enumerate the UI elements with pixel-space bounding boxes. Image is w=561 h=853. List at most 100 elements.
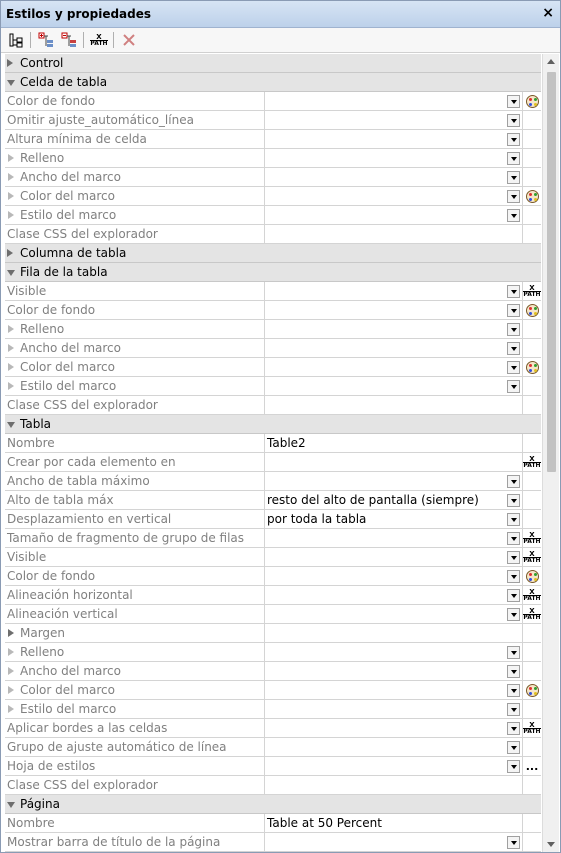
dropdown-arrow-icon[interactable] bbox=[507, 133, 520, 146]
scrollbar-thumb[interactable] bbox=[547, 72, 556, 472]
property-value-field[interactable] bbox=[264, 833, 522, 852]
property-row[interactable]: Clase CSS del explorador bbox=[5, 396, 541, 415]
property-value-field[interactable] bbox=[264, 111, 522, 130]
expand-arrow-icon[interactable] bbox=[8, 363, 14, 371]
property-value-field[interactable] bbox=[264, 339, 522, 358]
property-row[interactable]: Hoja de estilos... bbox=[5, 757, 541, 776]
property-value-field[interactable] bbox=[264, 624, 522, 643]
property-value-field[interactable] bbox=[264, 757, 522, 776]
property-button-cell[interactable] bbox=[522, 681, 541, 700]
property-row[interactable]: Color de fondo bbox=[5, 301, 541, 320]
dropdown-arrow-icon[interactable] bbox=[507, 836, 520, 849]
dropdown-arrow-icon[interactable] bbox=[507, 646, 520, 659]
dropdown-arrow-icon[interactable] bbox=[507, 513, 520, 526]
dropdown-arrow-icon[interactable] bbox=[507, 285, 520, 298]
dropdown-arrow-icon[interactable] bbox=[507, 380, 520, 393]
property-value-field[interactable] bbox=[264, 738, 522, 757]
property-button-cell[interactable]: X PATH bbox=[522, 586, 541, 605]
group-header[interactable]: Control bbox=[5, 54, 541, 73]
property-value-field[interactable] bbox=[264, 206, 522, 225]
property-row[interactable]: Aplicar bordes a las celdas X PATH bbox=[5, 719, 541, 738]
property-value-field[interactable] bbox=[264, 282, 522, 301]
color-palette-icon[interactable] bbox=[525, 95, 539, 108]
expand-arrow-icon[interactable] bbox=[8, 648, 14, 656]
property-value-field[interactable] bbox=[264, 776, 522, 795]
property-value-field[interactable] bbox=[264, 681, 522, 700]
property-value-field[interactable] bbox=[264, 301, 522, 320]
group-header[interactable]: Columna de tabla bbox=[5, 244, 541, 263]
expand-arrow-icon[interactable] bbox=[8, 211, 14, 219]
property-row[interactable]: Mostrar barra de título de la página bbox=[5, 833, 541, 852]
property-value-field[interactable] bbox=[264, 719, 522, 738]
property-value-field[interactable] bbox=[264, 92, 522, 111]
property-button-cell[interactable]: X PATH bbox=[522, 529, 541, 548]
dropdown-arrow-icon[interactable] bbox=[507, 608, 520, 621]
property-value-field[interactable] bbox=[264, 700, 522, 719]
property-button-cell[interactable]: X PATH bbox=[522, 719, 541, 738]
dropdown-arrow-icon[interactable] bbox=[507, 342, 520, 355]
property-row[interactable]: Grupo de ajuste automático de línea bbox=[5, 738, 541, 757]
property-row[interactable]: Ancho del marco bbox=[5, 662, 541, 681]
collapse-arrow-icon[interactable] bbox=[7, 270, 15, 276]
expand-arrow-icon[interactable] bbox=[8, 192, 14, 200]
property-value-field[interactable] bbox=[264, 168, 522, 187]
property-row[interactable]: Ancho de tabla máximo bbox=[5, 472, 541, 491]
property-row[interactable]: Relleno bbox=[5, 320, 541, 339]
dropdown-arrow-icon[interactable] bbox=[507, 114, 520, 127]
xpath-icon[interactable]: X PATH bbox=[523, 722, 541, 735]
property-row[interactable]: Relleno bbox=[5, 149, 541, 168]
property-button-cell[interactable]: X PATH bbox=[522, 453, 541, 472]
dropdown-arrow-icon[interactable] bbox=[507, 703, 520, 716]
property-row[interactable]: Color del marco bbox=[5, 681, 541, 700]
property-row[interactable]: Visible X PATH bbox=[5, 282, 541, 301]
color-palette-icon[interactable] bbox=[525, 570, 539, 583]
expand-arrow-icon[interactable] bbox=[8, 629, 14, 637]
dropdown-arrow-icon[interactable] bbox=[507, 722, 520, 735]
property-row[interactable]: Clase CSS del explorador bbox=[5, 225, 541, 244]
group-header[interactable]: Fila de la tabla bbox=[5, 263, 541, 282]
property-row[interactable]: Margen bbox=[5, 624, 541, 643]
property-value-field[interactable]: Table at 50 Percent bbox=[264, 814, 522, 833]
expand-arrow-icon[interactable] bbox=[8, 154, 14, 162]
dropdown-arrow-icon[interactable] bbox=[507, 304, 520, 317]
property-value-field[interactable] bbox=[264, 643, 522, 662]
property-value-field[interactable] bbox=[264, 377, 522, 396]
xpath-button[interactable]: X PATH bbox=[88, 30, 110, 50]
property-row[interactable]: Altura mínima de celda bbox=[5, 130, 541, 149]
expand-arrow-icon[interactable] bbox=[8, 382, 14, 390]
group-header[interactable]: Página bbox=[5, 795, 541, 814]
dropdown-arrow-icon[interactable] bbox=[507, 323, 520, 336]
property-value-field[interactable] bbox=[264, 225, 522, 244]
property-button-cell[interactable] bbox=[522, 358, 541, 377]
dropdown-arrow-icon[interactable] bbox=[507, 589, 520, 602]
group-header[interactable]: Tabla bbox=[5, 415, 541, 434]
property-value-field[interactable] bbox=[264, 358, 522, 377]
color-palette-icon[interactable] bbox=[525, 190, 539, 203]
property-value-field[interactable] bbox=[264, 529, 522, 548]
property-row[interactable]: Omitir ajuste_automático_línea bbox=[5, 111, 541, 130]
property-value-field[interactable] bbox=[264, 662, 522, 681]
scroll-down-icon[interactable] bbox=[543, 836, 559, 852]
dropdown-arrow-icon[interactable] bbox=[507, 665, 520, 678]
color-palette-icon[interactable] bbox=[525, 304, 539, 317]
property-row[interactable]: Ancho del marco bbox=[5, 339, 541, 358]
xpath-icon[interactable]: X PATH bbox=[523, 589, 541, 602]
property-value-field[interactable] bbox=[264, 187, 522, 206]
dropdown-arrow-icon[interactable] bbox=[507, 190, 520, 203]
dropdown-arrow-icon[interactable] bbox=[507, 532, 520, 545]
scroll-up-icon[interactable] bbox=[543, 54, 559, 70]
property-value-field[interactable]: resto del alto de pantalla (siempre) bbox=[264, 491, 522, 510]
xpath-icon[interactable]: X PATH bbox=[523, 551, 541, 564]
property-row[interactable]: Color del marco bbox=[5, 187, 541, 206]
dropdown-arrow-icon[interactable] bbox=[507, 494, 520, 507]
xpath-icon[interactable]: X PATH bbox=[523, 456, 541, 469]
property-row[interactable]: Ancho del marco bbox=[5, 168, 541, 187]
property-value-field[interactable] bbox=[264, 453, 522, 472]
expand-arrow-icon[interactable] bbox=[8, 667, 14, 675]
dropdown-arrow-icon[interactable] bbox=[507, 760, 520, 773]
xpath-icon[interactable]: X PATH bbox=[523, 532, 541, 545]
collapse-all-button[interactable] bbox=[58, 30, 80, 50]
property-value-field[interactable] bbox=[264, 149, 522, 168]
ellipsis-button[interactable]: ... bbox=[526, 761, 539, 772]
close-icon[interactable]: × bbox=[542, 6, 554, 20]
